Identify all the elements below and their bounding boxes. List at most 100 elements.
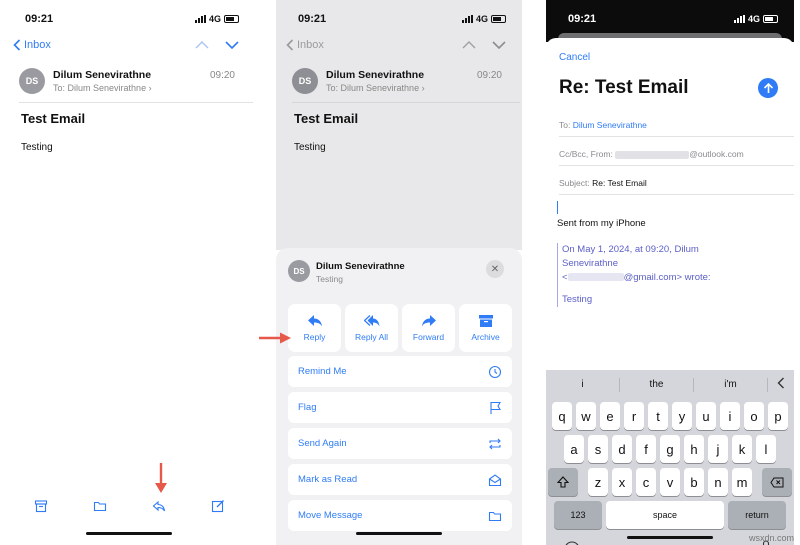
- forward-icon: [421, 315, 436, 327]
- key-u[interactable]: u: [696, 402, 716, 430]
- signature[interactable]: Sent from my iPhone: [557, 218, 646, 229]
- reply-all-icon: [363, 315, 379, 327]
- suggestion-item[interactable]: i'm: [694, 379, 767, 390]
- folder-icon[interactable]: [93, 499, 107, 513]
- key-a[interactable]: a: [564, 435, 584, 463]
- sender-header[interactable]: DS Dilum Senevirathne To: Dilum Senevira…: [292, 68, 512, 102]
- status-bar: 09:21 4G: [276, 0, 522, 40]
- watermark: wsxdn.com: [748, 533, 794, 543]
- menu-item-mark-as-read[interactable]: Mark as Read: [288, 464, 512, 495]
- sent-time: 09:20: [209, 70, 235, 81]
- sender-name: Dilum Senevirathne: [326, 69, 425, 81]
- sheet-header: DS Dilum Senevirathne Testing ✕: [288, 260, 512, 290]
- key-s[interactable]: s: [588, 435, 608, 463]
- menu-item-move-message[interactable]: Move Message: [288, 500, 512, 531]
- divider: [292, 102, 520, 103]
- subject-value: Re: Test Email: [592, 178, 647, 188]
- key-m[interactable]: m: [732, 468, 752, 496]
- collapse-suggestions-button[interactable]: [768, 377, 794, 392]
- key-l[interactable]: l: [756, 435, 776, 463]
- reply-button[interactable]: Reply: [288, 304, 341, 352]
- send-button[interactable]: [758, 78, 778, 98]
- chevron-down-icon[interactable]: [492, 38, 506, 52]
- suggestion-bar: i the i'm: [546, 370, 794, 399]
- flag-icon: [490, 401, 501, 414]
- subject-field[interactable]: Subject: Re: Test Email: [559, 178, 794, 188]
- space-key[interactable]: space: [606, 501, 724, 529]
- key-k[interactable]: k: [732, 435, 752, 463]
- reply-all-button[interactable]: Reply All: [345, 304, 398, 352]
- cancel-button[interactable]: Cancel: [559, 52, 590, 63]
- shift-key[interactable]: [548, 468, 578, 496]
- status-time: 09:21: [568, 13, 597, 25]
- key-e[interactable]: e: [600, 402, 620, 430]
- key-t[interactable]: t: [648, 402, 668, 430]
- repeat-icon: [489, 438, 501, 449]
- from-domain: @outlook.com: [689, 149, 744, 159]
- recipient-line: To: Dilum Senevirathne ›: [326, 83, 425, 93]
- status-bar: 09:21 4G: [3, 0, 255, 40]
- divider: [559, 136, 794, 137]
- reply-label: Reply: [303, 332, 326, 342]
- to-label: To:: [53, 83, 66, 93]
- chevron-down-icon[interactable]: [225, 38, 239, 52]
- emoji-icon[interactable]: [564, 541, 580, 545]
- key-w[interactable]: w: [576, 402, 596, 430]
- reply-icon[interactable]: [152, 499, 166, 513]
- key-i[interactable]: i: [720, 402, 740, 430]
- key-p[interactable]: p: [768, 402, 788, 430]
- back-button[interactable]: Inbox: [286, 39, 324, 51]
- menu-item-label: Remind Me: [298, 366, 347, 377]
- suggestion-item[interactable]: the: [620, 379, 693, 390]
- chevron-up-icon[interactable]: [462, 38, 476, 52]
- archive-icon[interactable]: [34, 499, 48, 513]
- redacted-email: [567, 273, 624, 282]
- menu-item-label: Send Again: [298, 438, 347, 449]
- battery-icon: [763, 15, 778, 23]
- menu-item-label: Flag: [298, 402, 317, 413]
- key-z[interactable]: z: [588, 468, 608, 496]
- back-label: Inbox: [24, 39, 51, 51]
- key-y[interactable]: y: [672, 402, 692, 430]
- return-key[interactable]: return: [728, 501, 786, 529]
- key-n[interactable]: n: [708, 468, 728, 496]
- key-o[interactable]: o: [744, 402, 764, 430]
- to-field[interactable]: To: Dilum Senevirathne: [559, 120, 794, 130]
- back-button[interactable]: Inbox: [13, 39, 51, 51]
- recipient-line: To: Dilum Senevirathne ›: [53, 83, 152, 93]
- key-f[interactable]: f: [636, 435, 656, 463]
- chevron-up-icon[interactable]: [195, 38, 209, 52]
- cc-bcc-from-field[interactable]: Cc/Bcc, From: @outlook.com: [559, 149, 794, 159]
- key-d[interactable]: d: [612, 435, 632, 463]
- key-v[interactable]: v: [660, 468, 680, 496]
- suggestion-item[interactable]: i: [546, 379, 619, 390]
- key-j[interactable]: j: [708, 435, 728, 463]
- menu-item-remind-me[interactable]: Remind Me: [288, 356, 512, 387]
- menu-item-flag[interactable]: Flag: [288, 392, 512, 423]
- avatar: DS: [19, 68, 45, 94]
- key-g[interactable]: g: [660, 435, 680, 463]
- key-h[interactable]: h: [684, 435, 704, 463]
- quote-email-suffix: @gmail.com> wrote:: [623, 272, 711, 283]
- menu-item-send-again[interactable]: Send Again: [288, 428, 512, 459]
- key-b[interactable]: b: [684, 468, 704, 496]
- home-indicator: [627, 536, 713, 539]
- text-cursor: [557, 201, 558, 214]
- key-c[interactable]: c: [636, 468, 656, 496]
- sender-header[interactable]: DS Dilum Senevirathne To: Dilum Senevira…: [19, 68, 245, 102]
- forward-button[interactable]: Forward: [402, 304, 455, 352]
- compose-icon[interactable]: [211, 499, 225, 513]
- key-r[interactable]: r: [624, 402, 644, 430]
- message-body: Testing: [21, 142, 53, 153]
- chevron-left-icon: [286, 39, 294, 51]
- message-navigation: [195, 38, 239, 52]
- divider: [559, 165, 794, 166]
- status-time: 09:21: [25, 13, 54, 25]
- key-x[interactable]: x: [612, 468, 632, 496]
- delete-key[interactable]: [762, 468, 792, 496]
- numbers-key[interactable]: 123: [554, 501, 602, 529]
- archive-button[interactable]: Archive: [459, 304, 512, 352]
- close-button[interactable]: ✕: [486, 260, 504, 278]
- status-indicators: 4G: [733, 14, 778, 24]
- key-q[interactable]: q: [552, 402, 572, 430]
